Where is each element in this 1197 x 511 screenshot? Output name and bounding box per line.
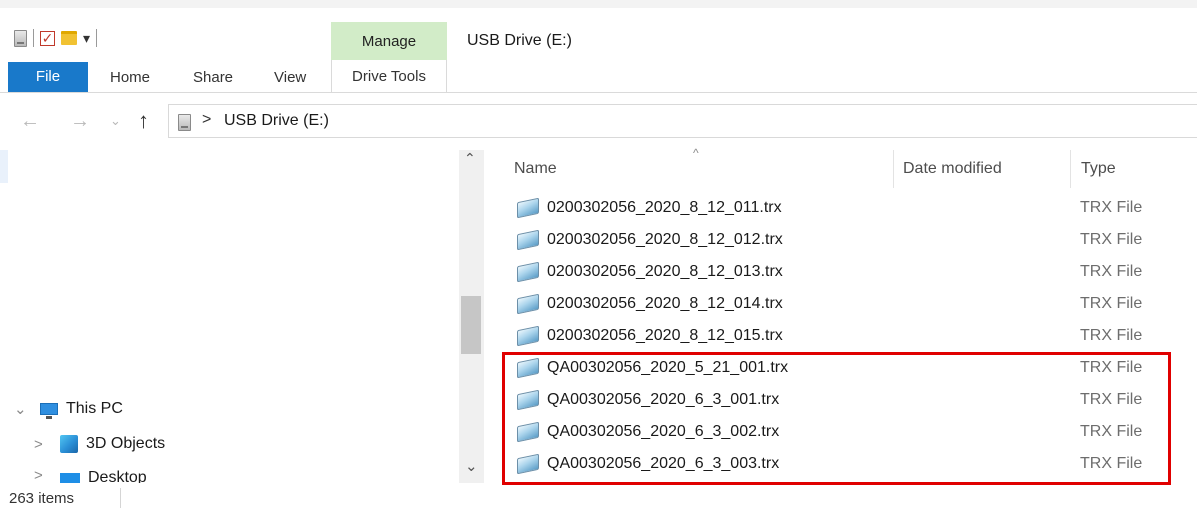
nav-item-this-pc[interactable]: ⌄ This PC [14, 397, 123, 421]
expand-chevron-icon[interactable]: > [34, 436, 60, 453]
window-title: USB Drive (E:) [467, 32, 572, 49]
file-row[interactable]: 0200302056_2020_8_12_015.trx TRX File [507, 320, 1197, 352]
column-header-name[interactable]: Name [514, 160, 557, 178]
recent-locations-chevron-icon[interactable]: ⌄ [110, 113, 121, 129]
trx-file-icon [517, 293, 539, 315]
nav-item-3d-objects[interactable]: > 3D Objects [34, 432, 165, 456]
file-name[interactable]: 0200302056_2020_8_12_013.trx [547, 263, 783, 281]
tab-home[interactable]: Home [110, 62, 150, 92]
nav-selection-highlight [0, 150, 8, 183]
status-divider [120, 488, 121, 508]
nav-item-label: 3D Objects [86, 435, 166, 452]
tab-drive-tools[interactable]: Drive Tools [331, 60, 447, 92]
column-divider[interactable] [1070, 150, 1071, 188]
trx-file-icon [517, 197, 539, 219]
toolbar-separator [33, 29, 34, 47]
nav-item-label: This PC [66, 400, 123, 417]
file-name[interactable]: 0200302056_2020_8_12_015.trx [547, 327, 783, 345]
file-type: TRX File [1080, 199, 1143, 216]
up-arrow-icon[interactable]: ↑ [138, 108, 149, 134]
breadcrumb-chevron-icon[interactable]: > [202, 111, 211, 129]
back-arrow-icon[interactable]: ← [20, 110, 40, 133]
trx-file-icon [517, 229, 539, 251]
file-name[interactable]: 0200302056_2020_8_12_014.trx [547, 295, 783, 313]
tab-share[interactable]: Share [193, 62, 233, 92]
customize-toolbar-dropdown-icon[interactable]: ▾ [83, 30, 90, 47]
forward-arrow-icon[interactable]: → [70, 110, 90, 133]
drive-icon [178, 114, 191, 131]
scroll-up-icon[interactable]: ⌃ [464, 150, 476, 167]
toolbar-separator [96, 29, 98, 47]
trx-file-icon [517, 325, 539, 347]
item-count: 263 items [9, 490, 75, 507]
sort-ascending-icon: ^ [693, 146, 699, 160]
file-row[interactable]: 0200302056_2020_8_12_012.trx TRX File [507, 224, 1197, 256]
trx-file-icon [517, 261, 539, 283]
window-top-strip [0, 0, 1197, 8]
file-name[interactable]: 0200302056_2020_8_12_012.trx [547, 231, 783, 249]
address-bar[interactable]: > USB Drive (E:) [168, 104, 1197, 138]
scroll-down-icon[interactable]: ⌄ [465, 457, 478, 475]
column-divider[interactable] [893, 150, 894, 188]
file-row[interactable]: 0200302056_2020_8_12_013.trx TRX File [507, 256, 1197, 288]
expand-chevron-icon[interactable]: > [34, 467, 60, 483]
collapse-chevron-icon[interactable]: ⌄ [14, 400, 40, 418]
nav-item-desktop[interactable]: > Desktop [34, 467, 147, 483]
red-highlight-box [502, 352, 1171, 485]
3d-objects-icon [60, 435, 78, 453]
file-name[interactable]: 0200302056_2020_8_12_011.trx [547, 199, 782, 217]
file-type: TRX File [1080, 327, 1143, 344]
nav-scrollbar-thumb[interactable] [461, 296, 481, 354]
pc-icon [40, 403, 58, 419]
new-folder-icon[interactable] [61, 31, 77, 45]
quick-access-toolbar: ✓ ▾ [14, 22, 98, 54]
breadcrumb-location[interactable]: USB Drive (E:) [224, 112, 329, 130]
desktop-icon [60, 473, 80, 483]
file-row[interactable]: 0200302056_2020_8_12_011.trx TRX File [507, 192, 1197, 224]
file-row[interactable]: 0200302056_2020_8_12_014.trx TRX File [507, 288, 1197, 320]
column-header-date-modified[interactable]: Date modified [903, 160, 1002, 178]
tab-view[interactable]: View [274, 62, 306, 92]
drive-icon[interactable] [14, 29, 27, 47]
ribbon-divider [0, 92, 1197, 93]
column-header-type[interactable]: Type [1081, 160, 1116, 178]
file-type: TRX File [1080, 231, 1143, 248]
manage-context-tab[interactable]: Manage [331, 22, 447, 62]
properties-check-icon[interactable]: ✓ [40, 30, 55, 46]
file-type: TRX File [1080, 295, 1143, 312]
tab-file[interactable]: File [8, 62, 88, 92]
file-type: TRX File [1080, 263, 1143, 280]
nav-item-label: Desktop [88, 469, 147, 483]
